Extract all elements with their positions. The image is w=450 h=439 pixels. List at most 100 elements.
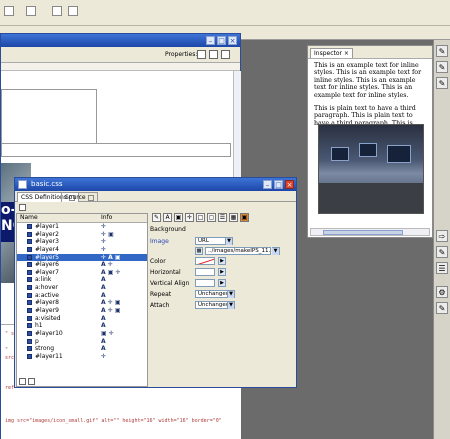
palette-tool-icon[interactable]: ✎ xyxy=(436,77,448,89)
rule-icon xyxy=(27,277,32,283)
rule-row[interactable]: #layer11 ✛ xyxy=(17,353,147,361)
palette-tool-icon[interactable]: ✎ xyxy=(436,45,448,57)
rule-name: a:link xyxy=(35,276,52,284)
toolbar-icon[interactable] xyxy=(52,6,62,16)
rule-icon xyxy=(27,353,32,359)
close-icon[interactable]: × xyxy=(228,36,237,45)
list-icon[interactable]: ☰ xyxy=(218,213,227,222)
rule-name: #layer2 xyxy=(35,230,59,238)
palette-tool-icon[interactable]: ⇨ xyxy=(436,230,448,242)
rule-row[interactable]: h1 A xyxy=(17,322,147,330)
image-url-field[interactable]: ../images/makeIPS_11.jpg xyxy=(205,247,271,255)
palette-tool-icon[interactable]: ✎ xyxy=(436,246,448,258)
vertical-label: Vertical Align xyxy=(150,280,190,287)
properties-icon[interactable] xyxy=(197,50,206,59)
close-icon[interactable]: × xyxy=(285,180,294,189)
css-title-bar: basic.css – □ × xyxy=(15,178,296,191)
properties-icon[interactable] xyxy=(209,50,218,59)
image-type-select[interactable]: URL ▼ xyxy=(195,237,233,245)
color-swatch[interactable] xyxy=(195,257,215,265)
rule-name: #layer1 xyxy=(35,223,59,230)
rule-row[interactable]: #layer8 A ✛ ▣ xyxy=(17,299,147,307)
column-header-name[interactable]: Name xyxy=(20,214,38,222)
column-header-info[interactable]: Info xyxy=(101,214,112,222)
horizontal-unit-icon[interactable]: ▶ xyxy=(218,268,226,276)
image-label: Image xyxy=(150,238,169,245)
property-category-bar: ✎ A ▣ ✛ □ ▢ ☰ ▦ ▣ xyxy=(150,213,296,223)
attach-select[interactable]: Unchanged ▼ xyxy=(195,301,235,309)
layout-box[interactable] xyxy=(1,89,97,145)
inspector-hscrollbar[interactable] xyxy=(310,228,430,236)
window-title: basic.css xyxy=(31,180,63,188)
text-icon[interactable]: A xyxy=(163,213,172,222)
image-type-value: URL xyxy=(198,238,209,244)
rule-info: A xyxy=(101,276,106,284)
rule-row[interactable]: a:visited A xyxy=(17,315,147,323)
vertical-unit-icon[interactable]: ▶ xyxy=(218,279,226,287)
image-url-dropdown[interactable]: ▼ xyxy=(272,247,280,255)
rule-row[interactable]: a:active A xyxy=(17,292,147,300)
toolbar-icon[interactable] xyxy=(26,6,36,16)
rule-info: ✛ xyxy=(101,223,107,230)
rule-row[interactable]: #layer7 A ▣ ✛ xyxy=(17,269,147,277)
toolbar-icon[interactable] xyxy=(68,6,78,16)
palette-tool-icon[interactable]: ✎ xyxy=(436,302,448,314)
position-icon[interactable]: ✛ xyxy=(185,213,194,222)
rule-row[interactable]: #layer4 ✛ xyxy=(17,246,147,254)
rule-row[interactable]: #layer10 ▣ ✛ xyxy=(17,330,147,338)
design-view[interactable] xyxy=(1,71,231,283)
minimize-icon[interactable]: – xyxy=(263,180,272,189)
browse-icon[interactable]: ▩ xyxy=(195,247,203,255)
add-rule-icon[interactable] xyxy=(19,378,26,385)
rule-info: ✛ ▣ xyxy=(101,230,114,238)
close-icon[interactable] xyxy=(87,194,94,201)
vertical-field[interactable] xyxy=(195,279,215,287)
delete-rule-icon[interactable] xyxy=(28,378,35,385)
rule-name: #layer9 xyxy=(35,307,59,315)
palette-tool-icon[interactable]: ✎ xyxy=(436,61,448,73)
properties-icon[interactable] xyxy=(221,50,230,59)
rule-info: A ▣ ✛ xyxy=(101,268,121,276)
rule-name: a:hover xyxy=(35,284,58,292)
new-rule-icon[interactable] xyxy=(19,204,26,211)
layout-box[interactable] xyxy=(1,143,231,157)
rule-icon xyxy=(27,285,32,291)
rule-row[interactable]: pA xyxy=(17,338,147,346)
table-icon[interactable]: ▦ xyxy=(229,213,238,222)
rule-row[interactable]: #layer6 A ✛ xyxy=(17,261,147,269)
chevron-down-icon: ▼ xyxy=(272,248,279,255)
toolbar-icon[interactable] xyxy=(4,6,14,16)
color-label: Color xyxy=(150,258,166,265)
box-icon[interactable]: □ xyxy=(196,213,205,222)
rule-name: p xyxy=(35,337,39,345)
maximize-icon[interactable]: □ xyxy=(274,180,283,189)
monitor-image xyxy=(387,145,411,163)
scroll-thumb[interactable] xyxy=(323,230,403,235)
tab-source[interactable]: Source xyxy=(61,192,98,202)
rule-row[interactable]: strong A xyxy=(17,345,147,353)
color-picker-icon[interactable]: ▶ xyxy=(218,257,226,265)
pencil-icon[interactable]: ✎ xyxy=(152,213,161,222)
tab-inspector[interactable]: Inspector × xyxy=(310,48,353,58)
repeat-select[interactable]: Unchanged ▼ xyxy=(195,290,235,298)
toolbar-divider xyxy=(0,25,450,26)
palette-tool-icon[interactable]: ⚙ xyxy=(436,286,448,298)
rule-icon xyxy=(27,330,32,336)
minimize-icon[interactable]: – xyxy=(206,36,215,45)
background-icon[interactable]: ▣ xyxy=(240,213,249,222)
block-icon[interactable]: ▣ xyxy=(174,213,183,222)
rule-info: ✛ xyxy=(101,352,107,360)
rule-row[interactable]: #layer2 ✛ ▣ xyxy=(17,231,147,239)
rule-icon xyxy=(27,292,32,298)
rule-row[interactable]: #layer5 ✛ A ▣ xyxy=(17,253,147,262)
rule-row[interactable]: #layer1 ✛ xyxy=(17,223,147,231)
rule-row[interactable]: a:link A xyxy=(17,276,147,284)
rule-row[interactable]: #layer3 ✛ xyxy=(17,238,147,246)
rule-row[interactable]: #layer9 A ✛ ▣ xyxy=(17,307,147,315)
palette-tool-icon[interactable]: ☰ xyxy=(436,262,448,274)
inspector-preview: This is an example text for inline style… xyxy=(314,62,428,133)
border-icon[interactable]: ▢ xyxy=(207,213,216,222)
maximize-icon[interactable]: □ xyxy=(217,36,226,45)
rule-row[interactable]: a:hover A xyxy=(17,284,147,292)
horizontal-field[interactable] xyxy=(195,268,215,276)
